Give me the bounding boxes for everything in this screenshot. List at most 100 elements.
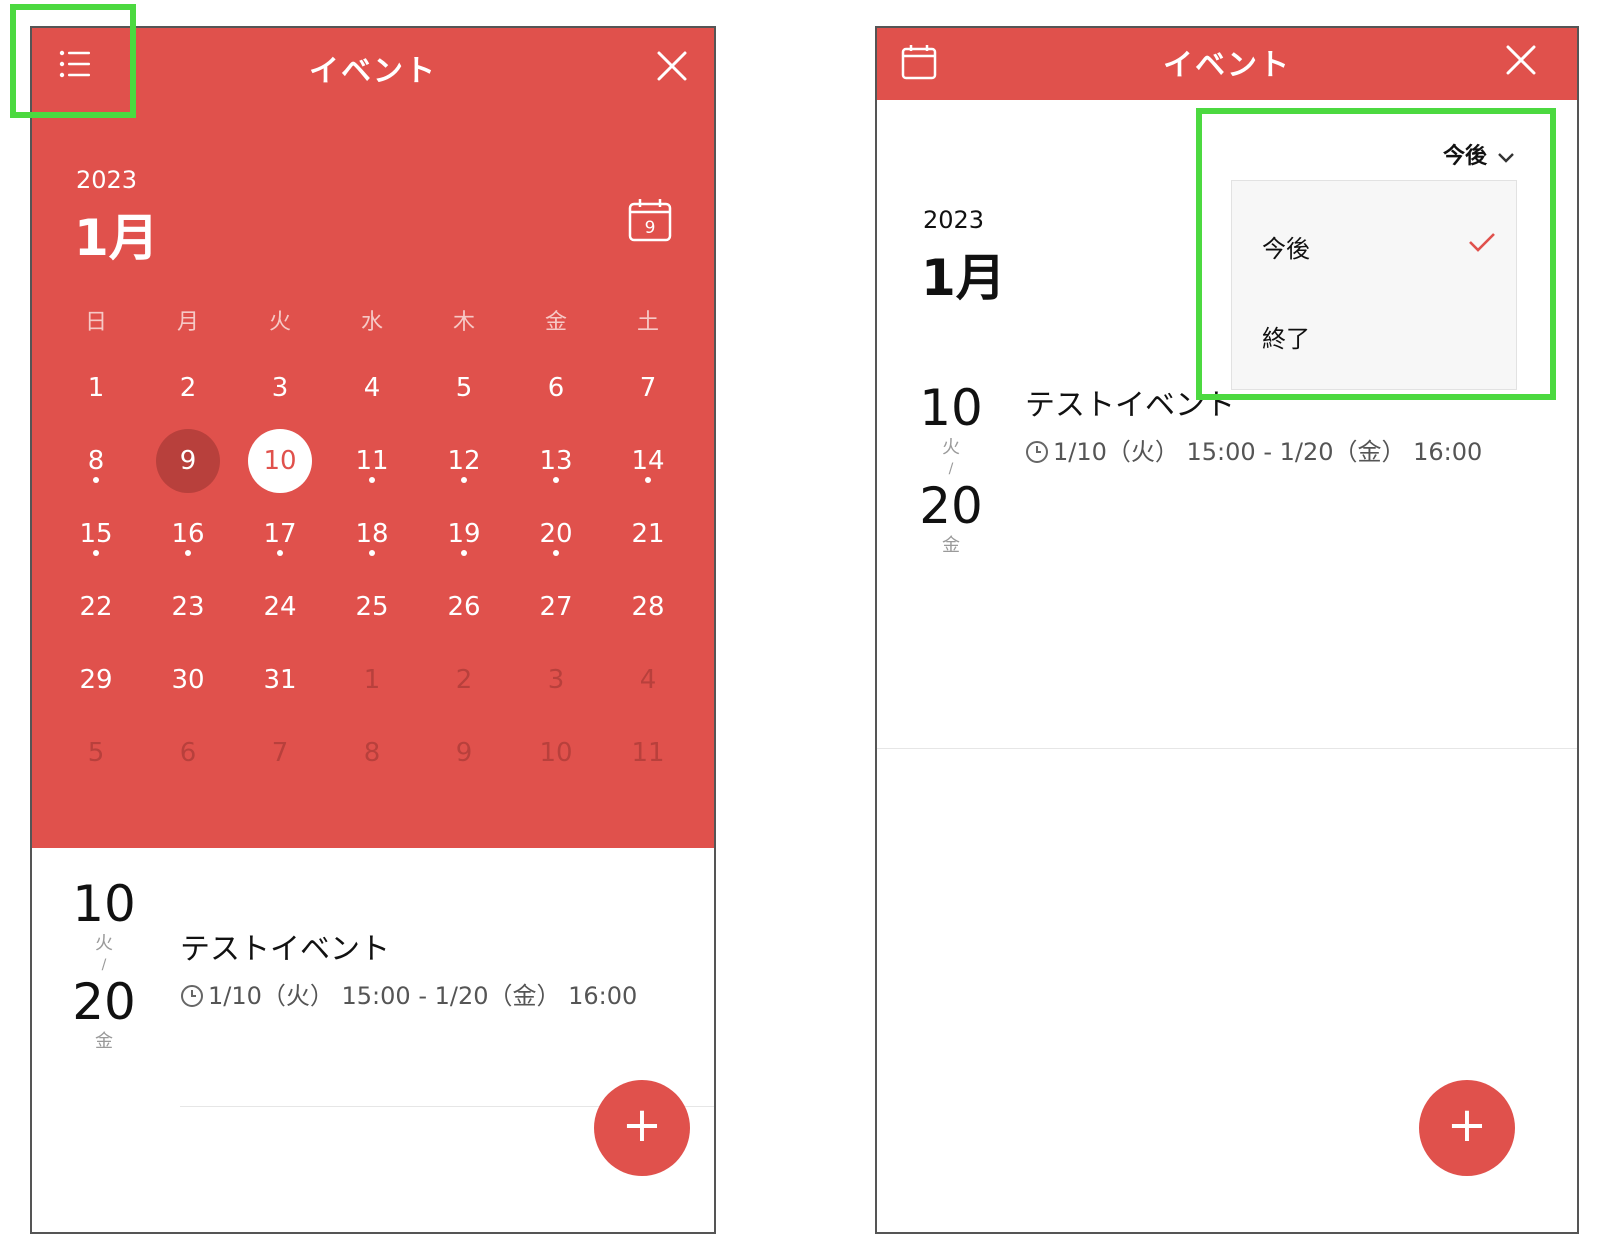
calendar-day[interactable]: 2 [424,648,504,712]
calendar-day-number: 31 [263,665,297,695]
calendar-day[interactable]: 1 [56,356,136,420]
calendar-day-number: 19 [447,519,481,549]
calendar-day[interactable]: 11 [332,429,412,493]
calendar-day-number: 7 [639,373,657,403]
calendar-day[interactable]: 16 [148,502,228,566]
filter-dropdown[interactable]: 今後 [1443,138,1515,170]
event-dot [93,550,99,556]
calendar-day-number: 1 [363,665,381,695]
calendar-day[interactable]: 15 [56,502,136,566]
calendar-day-number: 20 [539,519,573,549]
calendar-day[interactable]: 17 [240,502,320,566]
calendar-day[interactable]: 29 [56,648,136,712]
weekday-label: 木 [452,310,475,335]
calendar-day[interactable]: 22 [56,575,136,639]
calendar-day[interactable]: 1 [332,648,412,712]
add-event-button[interactable]: + [1419,1080,1515,1176]
calendar-day[interactable]: 9 [148,429,228,493]
calendar-day-number: 16 [171,519,205,549]
calendar-day[interactable]: 27 [516,575,596,639]
calendar-day[interactable]: 30 [148,648,228,712]
calendar-day[interactable]: 4 [332,356,412,420]
event-dot [369,477,375,483]
event-end-day: 20 [919,477,983,535]
calendar-screen: イベント 2023 1月 9 日月火水木金土 1 2 3 4 5 6 7 8 9 10 11 12 13… [30,26,716,1234]
calendar-day-number: 17 [263,519,297,549]
calendar-day[interactable]: 6 [148,721,228,785]
calendar-day-number: 2 [179,373,197,403]
event-dot [277,550,283,556]
weekday-label: 土 [636,310,659,335]
calendar-day-number: 28 [631,592,665,622]
calendar-day-number: 15 [79,519,113,549]
event-title[interactable]: テストイベント [1025,380,1235,424]
event-dot [553,477,559,483]
calendar-day-number: 10 [539,738,573,768]
calendar-day[interactable]: 10 [240,429,320,493]
calendar-day[interactable]: 10 [516,721,596,785]
event-date-range: 10 火 / 20 金 [911,380,991,558]
calendar-day[interactable]: 3 [516,648,596,712]
calendar-day-number: 11 [631,738,665,768]
calendar-day-number: 14 [631,446,665,476]
weekday-label: 金 [544,310,567,335]
calendar-day[interactable]: 6 [516,356,596,420]
event-dot [553,550,559,556]
calendar-day[interactable]: 3 [240,356,320,420]
calendar-day-number: 26 [447,592,481,622]
calendar-day-number: 23 [171,592,205,622]
calendar-day[interactable]: 5 [56,721,136,785]
close-icon[interactable] [1505,44,1537,80]
calendar-day[interactable]: 13 [516,429,596,493]
header-title: イベント [309,54,437,89]
weekday-label: 火 [268,310,291,335]
calendar-day[interactable]: 25 [332,575,412,639]
event-time: 1/10（火） 15:00 - 1/20（金） 16:00 [1025,432,1482,470]
calendar-day[interactable]: 20 [516,502,596,566]
filter-option-upcoming[interactable]: 今後 [1262,229,1310,264]
calendar-day[interactable]: 5 [424,356,504,420]
calendar-day[interactable]: 18 [332,502,412,566]
calendar-day-number: 9 [179,446,197,476]
event-time-text: 1/10（火） 15:00 - 1/20（金） 16:00 [1053,438,1483,466]
calendar-day[interactable]: 14 [608,429,688,493]
event-date-separator: / [948,461,954,477]
event-date-range: 10 火 / 20 金 [64,876,144,1054]
calendar-day[interactable]: 9 [424,721,504,785]
calendar-today-icon[interactable]: 9 [628,198,672,246]
filter-option-ended[interactable]: 終了 [1262,319,1310,354]
calendar-day[interactable]: 31 [240,648,320,712]
event-dot [185,550,191,556]
calendar-day[interactable]: 7 [608,356,688,420]
calendar-day[interactable]: 8 [56,429,136,493]
calendar-day[interactable]: 11 [608,721,688,785]
calendar-day[interactable]: 4 [608,648,688,712]
calendar-day[interactable]: 7 [240,721,320,785]
calendar-header: イベント 2023 1月 9 日月火水木金土 1 2 3 4 5 6 7 8 9 10 11 12 13… [32,28,714,848]
calendar-day[interactable]: 2 [148,356,228,420]
month-label: 1月 [921,249,1006,307]
event-title[interactable]: テストイベント [180,924,390,968]
event-dot [461,550,467,556]
calendar-day[interactable]: 19 [424,502,504,566]
calendar-day[interactable]: 8 [332,721,412,785]
calendar-day[interactable]: 21 [608,502,688,566]
filter-selected-label: 今後 [1443,144,1488,169]
calendar-day-number: 22 [79,592,113,622]
event-dot [461,477,467,483]
calendar-day[interactable]: 28 [608,575,688,639]
close-icon[interactable] [656,50,688,86]
event-end-day: 20 [72,973,136,1031]
calendar-day-number: 1 [87,373,105,403]
calendar-day-number: 5 [455,373,473,403]
list-divider [877,748,1577,749]
add-event-button[interactable]: + [594,1080,690,1176]
calendar-day[interactable]: 12 [424,429,504,493]
clock-icon [1025,440,1049,470]
calendar-day[interactable]: 26 [424,575,504,639]
calendar-day[interactable]: 24 [240,575,320,639]
year-label: 2023 [76,166,138,194]
event-list-screen: イベント 2023 1月 10 火 / 20 金 テストイベント 1/10（火）… [875,26,1579,1234]
calendar-day-number: 8 [87,446,105,476]
calendar-day[interactable]: 23 [148,575,228,639]
